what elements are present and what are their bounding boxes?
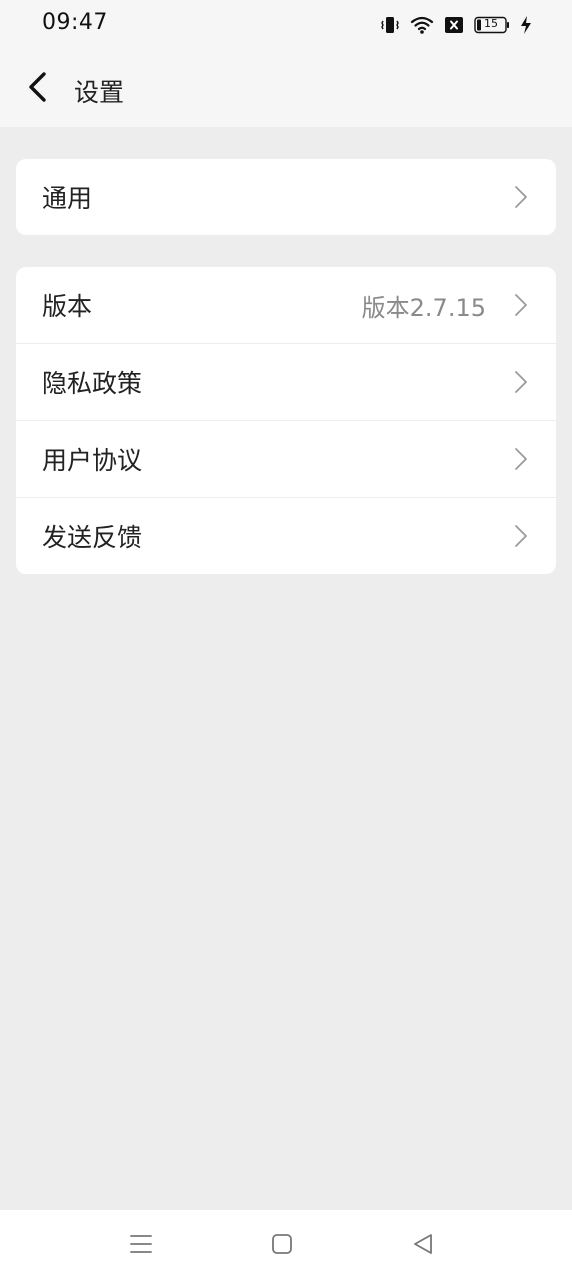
system-back-button[interactable]: [409, 1232, 437, 1260]
no-sim-icon: [444, 16, 464, 34]
page-title: 设置: [74, 78, 125, 107]
settings-item-user-agreement[interactable]: 用户协议: [16, 420, 556, 497]
settings-item-label: 隐私政策: [42, 369, 143, 398]
recent-apps-button[interactable]: [127, 1232, 155, 1260]
settings-item-send-feedback[interactable]: 发送反馈: [16, 497, 556, 574]
menu-icon: [129, 1232, 153, 1260]
settings-group-about: 版本 版本2.7.15 隐私政策 用户协议 发送反馈: [16, 267, 556, 574]
system-navigation-bar: [0, 1210, 572, 1280]
battery-icon: 15: [474, 16, 510, 34]
back-button[interactable]: [18, 69, 58, 109]
settings-item-label: 用户协议: [42, 446, 143, 475]
charging-icon: [520, 15, 532, 35]
status-bar: 09:47 15: [0, 0, 572, 50]
settings-item-version[interactable]: 版本 版本2.7.15: [16, 267, 556, 343]
settings-item-label: 版本: [42, 292, 93, 321]
version-value: 版本2.7.15: [361, 293, 486, 322]
settings-item-label: 通用: [42, 184, 93, 213]
battery-level: 15: [484, 17, 498, 30]
wifi-icon: [410, 15, 434, 35]
navigation-bar: 设置: [0, 55, 572, 125]
settings-item-general[interactable]: 通用: [16, 159, 556, 235]
chevron-left-icon: [27, 71, 49, 107]
back-triangle-icon: [411, 1232, 435, 1260]
settings-item-label: 发送反馈: [42, 523, 143, 552]
home-icon: [270, 1232, 294, 1260]
top-area: 09:47 15 设置: [0, 0, 572, 127]
vibrate-icon: [380, 15, 400, 35]
settings-item-privacy-policy[interactable]: 隐私政策: [16, 343, 556, 420]
home-button[interactable]: [268, 1232, 296, 1260]
settings-group-general: 通用: [16, 159, 556, 235]
status-icons: 15: [380, 13, 532, 37]
status-time: 09:47: [42, 10, 108, 35]
